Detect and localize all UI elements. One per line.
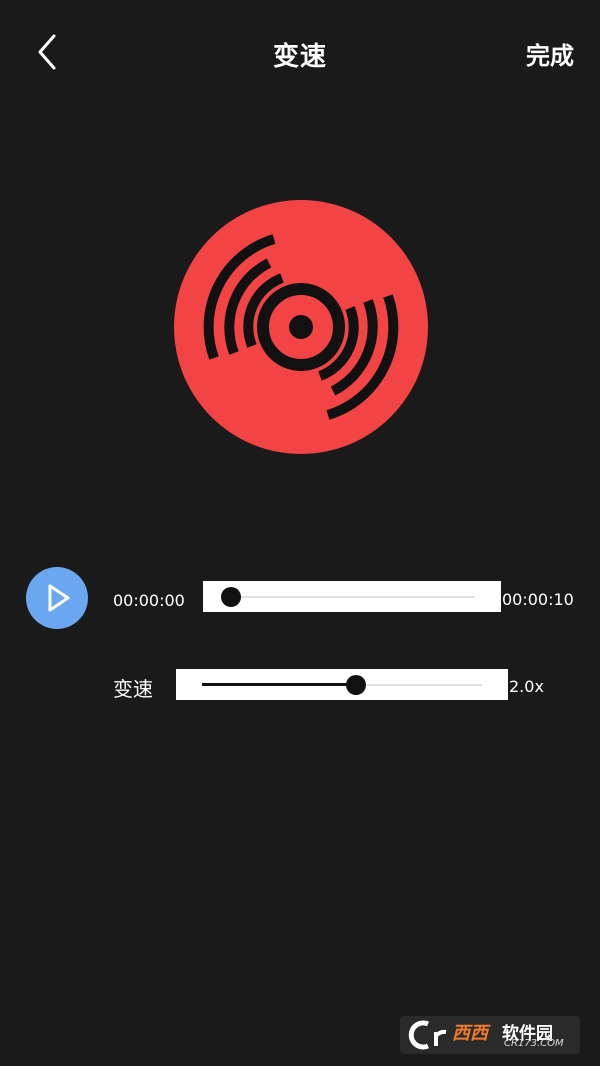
speed-value: 2.0x bbox=[509, 677, 544, 696]
watermark-brand: 西西 bbox=[452, 1023, 488, 1044]
total-time: 00:00:10 bbox=[502, 590, 574, 609]
current-time: 00:00:00 bbox=[113, 591, 185, 610]
music-disc-icon bbox=[174, 200, 428, 454]
watermark-url: CR173.COM bbox=[504, 1038, 564, 1049]
speed-handle[interactable] bbox=[346, 675, 366, 695]
speed-slider[interactable] bbox=[176, 669, 508, 700]
progress-slider[interactable] bbox=[203, 581, 501, 612]
progress-handle[interactable] bbox=[221, 587, 241, 607]
watermark: 西西 软件园 CR173.COM bbox=[400, 1016, 580, 1054]
music-disc bbox=[174, 200, 428, 454]
top-bar: 变速 完成 bbox=[0, 0, 600, 106]
play-button[interactable] bbox=[26, 567, 88, 629]
progress-track-line bbox=[229, 596, 475, 598]
page-title: 变速 bbox=[272, 42, 327, 72]
speed-label: 变速 bbox=[113, 677, 153, 701]
done-button[interactable]: 完成 bbox=[526, 36, 574, 71]
speed-fill bbox=[202, 683, 356, 686]
watermark-logo-icon bbox=[408, 1020, 447, 1050]
play-icon bbox=[48, 584, 70, 612]
